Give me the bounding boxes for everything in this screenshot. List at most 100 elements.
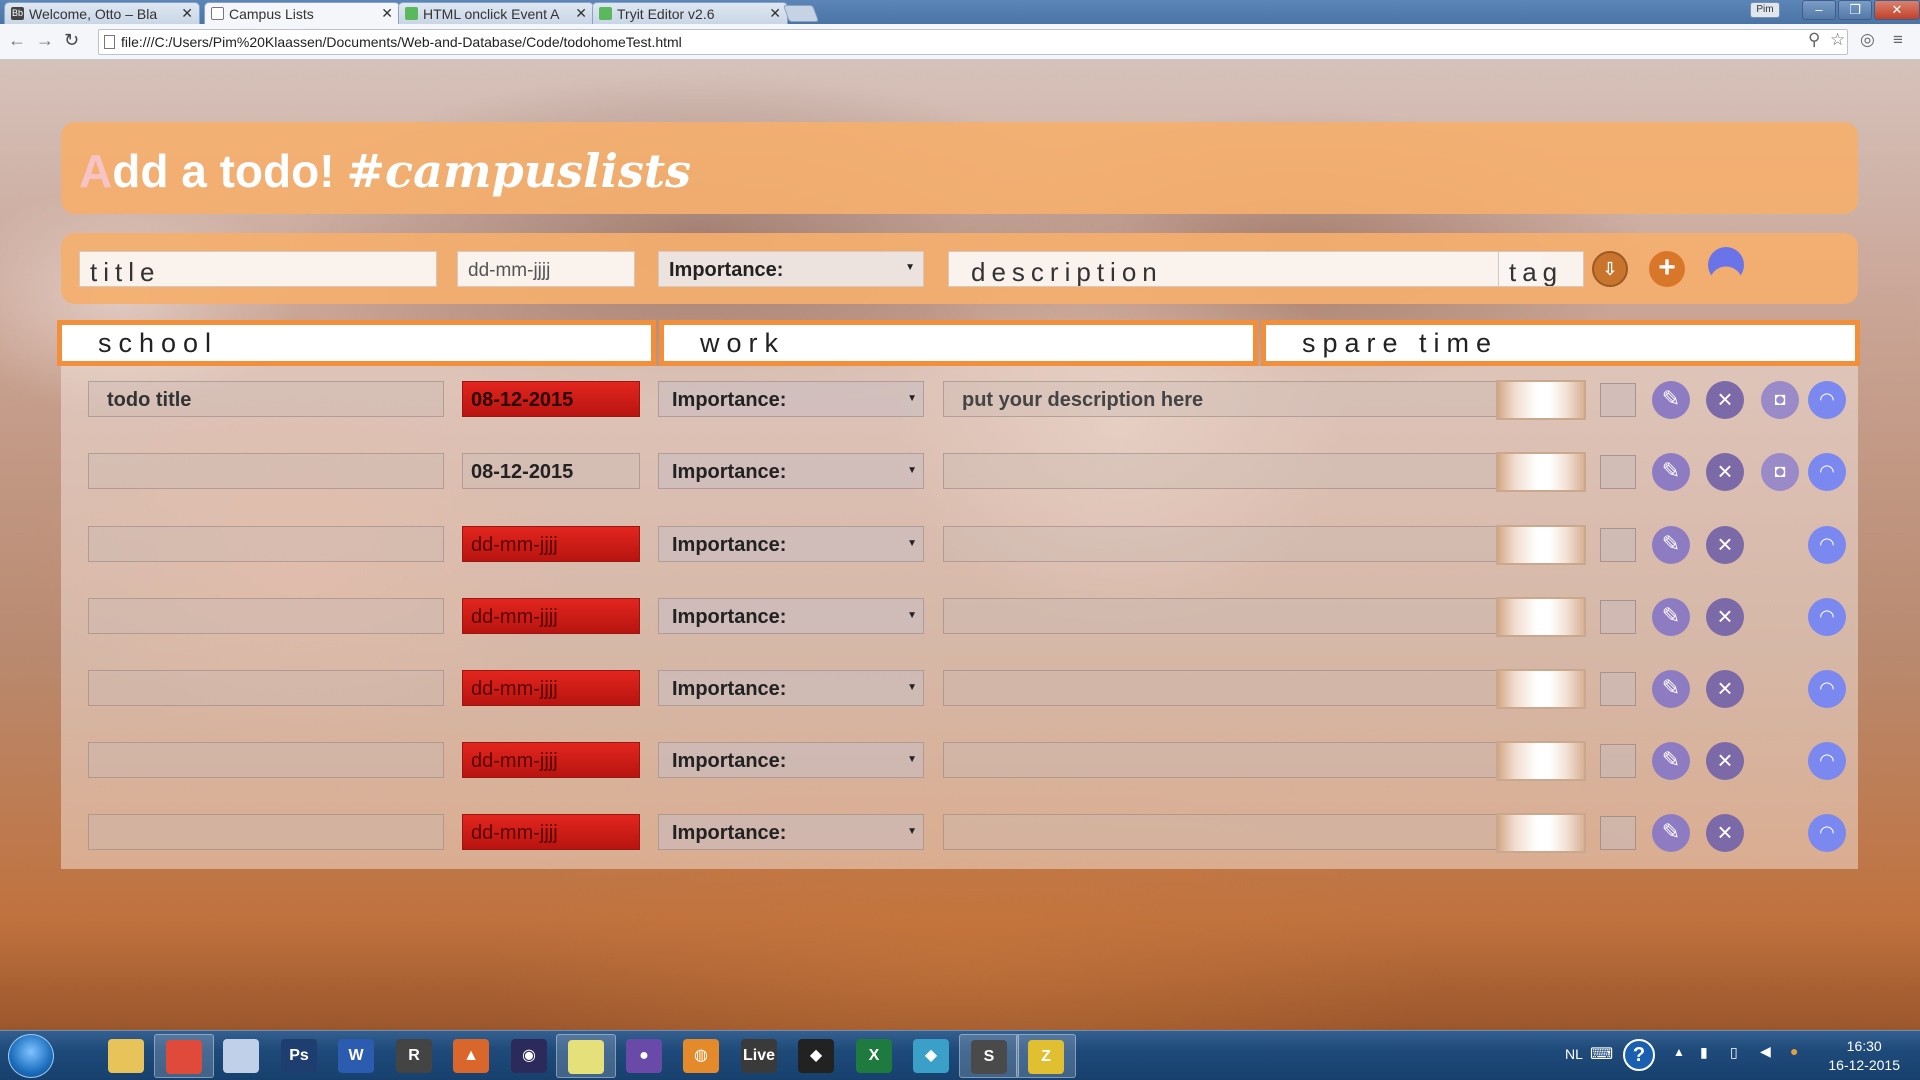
bookmark-star-icon[interactable]: ☆ (1830, 30, 1845, 50)
todo-title-input[interactable] (88, 598, 444, 634)
todo-title-input[interactable] (88, 814, 444, 850)
update-icon[interactable]: ● (1790, 1043, 1798, 1059)
tab-school[interactable]: school (57, 320, 656, 366)
blender-taskbar-button[interactable]: ◍ (671, 1034, 731, 1078)
todo-title-input[interactable]: todo title (88, 381, 444, 417)
close-icon[interactable]: ✕ (381, 5, 393, 22)
network-icon[interactable]: ▮ (1700, 1044, 1708, 1061)
assign-user-icon[interactable]: ◠ (1808, 598, 1846, 636)
help-icon[interactable]: ? (1623, 1039, 1655, 1071)
todo-description-input[interactable] (943, 598, 1537, 634)
new-importance-select[interactable]: Importance: ▼ (658, 251, 924, 287)
done-toggle[interactable] (1496, 380, 1586, 420)
todo-importance-select[interactable]: Importance: ▼ (658, 742, 924, 778)
eclipse-taskbar-button[interactable]: ◉ (499, 1034, 559, 1078)
user-icon[interactable] (1708, 247, 1744, 283)
todo-checkbox[interactable] (1600, 383, 1636, 417)
save-icon[interactable]: ◘ (1761, 381, 1799, 419)
todo-title-input[interactable] (88, 742, 444, 778)
todo-importance-select[interactable]: Importance: ▼ (658, 453, 924, 489)
assign-user-icon[interactable]: ◠ (1808, 453, 1846, 491)
new-description-input[interactable]: description (948, 251, 1542, 287)
new-tag-input[interactable]: tag (1498, 251, 1584, 287)
explorer-taskbar-button[interactable] (96, 1034, 156, 1078)
edit-pencil-icon[interactable]: ✎ (1652, 742, 1690, 780)
assign-user-icon[interactable]: ◠ (1808, 814, 1846, 852)
todo-title-input[interactable] (88, 526, 444, 562)
assign-user-icon[interactable]: ◠ (1808, 670, 1846, 708)
todo-description-input[interactable]: put your description here (943, 381, 1537, 417)
tab-blackboard[interactable]: Bb Welcome, Otto – Bla ✕ (4, 2, 200, 24)
extension-icon[interactable]: ◎ (1860, 30, 1875, 50)
forward-arrow-icon[interactable]: → (36, 30, 54, 51)
todo-date-input[interactable]: 08-12-2015 (462, 381, 640, 417)
todo-date-input[interactable]: dd-mm-jjjj (462, 670, 640, 706)
delete-x-icon[interactable]: × (1706, 670, 1744, 708)
close-window-button[interactable]: ✕ (1874, 0, 1920, 20)
todo-description-input[interactable] (943, 453, 1537, 489)
unity-taskbar-button[interactable]: ◆ (786, 1034, 846, 1078)
delete-x-icon[interactable]: × (1706, 814, 1744, 852)
todo-date-input[interactable]: dd-mm-jjjj (462, 814, 640, 850)
add-icon[interactable]: + (1649, 251, 1685, 287)
new-title-input[interactable]: title (79, 251, 437, 287)
tab-campus-lists[interactable]: Campus Lists ✕ (204, 2, 400, 25)
assign-user-icon[interactable]: ◠ (1808, 381, 1846, 419)
todo-importance-select[interactable]: Importance: ▼ (658, 381, 924, 417)
todo-title-input[interactable] (88, 670, 444, 706)
edit-pencil-icon[interactable]: ✎ (1652, 814, 1690, 852)
edit-pencil-icon[interactable]: ✎ (1652, 381, 1690, 419)
filezilla-taskbar-button[interactable]: Z (1016, 1034, 1076, 1078)
delete-x-icon[interactable]: × (1706, 381, 1744, 419)
todo-title-input[interactable] (88, 453, 444, 489)
sort-icon[interactable]: ⇩ (1592, 251, 1628, 287)
done-toggle[interactable] (1496, 597, 1586, 637)
profile-badge[interactable]: Pim (1750, 2, 1780, 18)
search-icon[interactable]: ⚲ (1808, 30, 1820, 50)
todo-date-input[interactable]: dd-mm-jjjj (462, 742, 640, 778)
todo-description-input[interactable] (943, 742, 1537, 778)
done-toggle[interactable] (1496, 741, 1586, 781)
tab-html-onclick[interactable]: HTML onclick Event A ✕ (398, 2, 594, 24)
todo-description-input[interactable] (943, 814, 1537, 850)
sourcetree-taskbar-button[interactable]: ◆ (901, 1034, 961, 1078)
todo-importance-select[interactable]: Importance: ▼ (658, 670, 924, 706)
volume-icon[interactable]: ◀ (1760, 1043, 1771, 1060)
delete-x-icon[interactable]: × (1706, 453, 1744, 491)
tab-work[interactable]: work (659, 320, 1258, 366)
minimize-button[interactable]: – (1802, 0, 1836, 20)
tab-tryit-editor[interactable]: Tryit Editor v2.6 ✕ (592, 2, 788, 24)
todo-checkbox[interactable] (1600, 528, 1636, 562)
todo-date-input[interactable]: 08-12-2015 (462, 453, 640, 489)
todo-checkbox[interactable] (1600, 816, 1636, 850)
menu-icon[interactable]: ≡ (1893, 30, 1903, 50)
tab-spare-time[interactable]: spare time (1261, 320, 1860, 366)
reload-icon[interactable]: ↻ (64, 30, 79, 51)
github-taskbar-button[interactable]: ● (614, 1034, 674, 1078)
todo-importance-select[interactable]: Importance: ▼ (658, 814, 924, 850)
todo-importance-select[interactable]: Importance: ▼ (658, 598, 924, 634)
todo-date-input[interactable]: dd-mm-jjjj (462, 526, 640, 562)
delete-x-icon[interactable]: × (1706, 742, 1744, 780)
close-icon[interactable]: ✕ (181, 5, 193, 22)
edit-pencil-icon[interactable]: ✎ (1652, 526, 1690, 564)
photoshop-taskbar-button[interactable]: Ps (269, 1034, 329, 1078)
edit-pencil-icon[interactable]: ✎ (1652, 453, 1690, 491)
save-icon[interactable]: ◘ (1761, 453, 1799, 491)
new-date-input[interactable]: dd-mm-jjjj (457, 251, 635, 287)
show-hidden-icons-icon[interactable]: ▲ (1673, 1045, 1685, 1059)
start-button[interactable] (8, 1034, 54, 1078)
rhino-taskbar-button[interactable]: R (384, 1034, 444, 1078)
edit-pencil-icon[interactable]: ✎ (1652, 670, 1690, 708)
word-taskbar-button[interactable]: W (326, 1034, 386, 1078)
close-icon[interactable]: ✕ (769, 5, 781, 22)
clock[interactable]: 16:30 16-12-2015 (1828, 1037, 1900, 1075)
live-taskbar-button[interactable]: Live (729, 1034, 789, 1078)
done-toggle[interactable] (1496, 813, 1586, 853)
url-input[interactable]: file:///C:/Users/Pim%20Klaassen/Document… (98, 29, 1848, 55)
close-icon[interactable]: ✕ (575, 5, 587, 22)
todo-checkbox[interactable] (1600, 744, 1636, 778)
todo-importance-select[interactable]: Importance: ▼ (658, 526, 924, 562)
excel-taskbar-button[interactable]: X (844, 1034, 904, 1078)
todo-checkbox[interactable] (1600, 455, 1636, 489)
